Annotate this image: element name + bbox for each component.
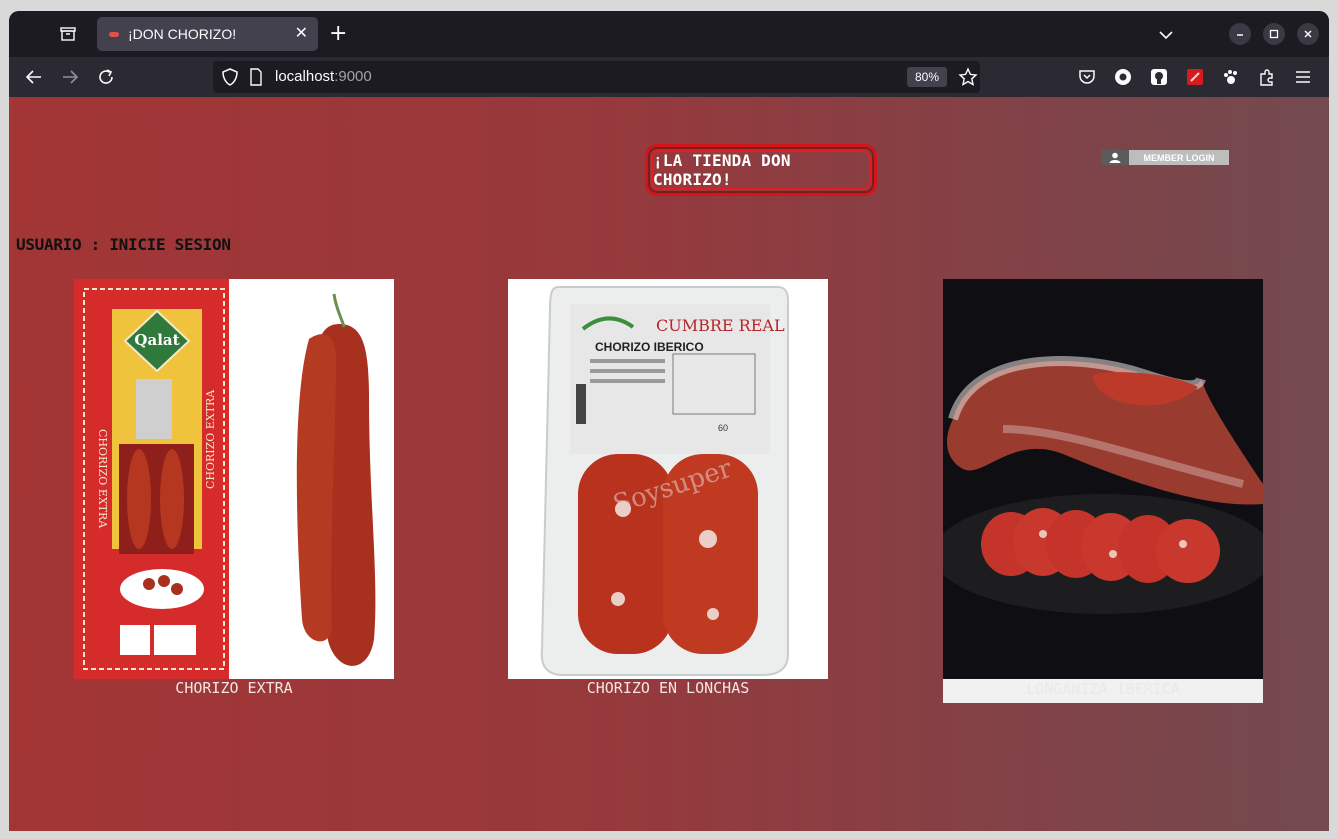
product-name[interactable]: CHORIZO EN LONCHAS — [508, 679, 828, 701]
back-icon[interactable] — [24, 67, 44, 87]
product-card[interactable]: Qalat CHORIZO EXTRA CHORIZO EXTRA CHORIZ… — [74, 279, 394, 701]
product-card[interactable]: CUMBRE REAL CHORIZO IBERICO 60 Soysuper … — [508, 279, 828, 701]
product-name[interactable]: CHORIZO EXTRA — [74, 679, 394, 701]
product-name[interactable]: LONGANIZA IBERICA — [943, 679, 1263, 703]
bookmark-star-icon[interactable] — [958, 67, 978, 91]
tab-strip: ¡DON CHORIZO! ✕ + — [9, 11, 1329, 57]
url-bar[interactable]: localhost:9000 80% — [213, 61, 980, 93]
member-login-button[interactable]: MEMBER LOGIN — [1101, 150, 1229, 165]
url-text[interactable]: localhost:9000 — [275, 68, 372, 85]
zoom-level[interactable]: 80% — [907, 67, 947, 87]
svg-text:CUMBRE REAL: CUMBRE REAL — [656, 316, 785, 335]
user-icon — [1101, 150, 1129, 165]
svg-text:60: 60 — [718, 423, 728, 433]
svg-text:Qalat: Qalat — [134, 331, 179, 349]
favicon-icon — [109, 31, 119, 37]
nav-bar: localhost:9000 80% — [9, 57, 1329, 97]
svg-text:CHORIZO EXTRA: CHORIZO EXTRA — [96, 429, 109, 529]
tab-title: ¡DON CHORIZO! — [128, 26, 237, 42]
paw-icon[interactable] — [1221, 67, 1241, 87]
extensions-puzzle-icon[interactable] — [1257, 67, 1277, 87]
reload-icon[interactable] — [96, 67, 116, 87]
github-icon[interactable] — [1149, 67, 1169, 87]
new-tab-icon[interactable]: + — [329, 23, 347, 45]
browser-window: ¡DON CHORIZO! ✕ + localhost:9000 80% ¡LA… — [9, 11, 1329, 831]
url-port: :9000 — [334, 68, 372, 85]
minimize-icon[interactable] — [1229, 23, 1251, 45]
forward-icon[interactable] — [60, 67, 80, 87]
tab-list-icon[interactable] — [53, 21, 83, 47]
extension-red-icon[interactable] — [1185, 67, 1205, 87]
product-image[interactable]: CUMBRE REAL CHORIZO IBERICO 60 Soysuper — [508, 279, 828, 679]
site-title: ¡LA TIENDA DON CHORIZO! — [651, 150, 871, 190]
pocket-icon[interactable] — [1077, 67, 1097, 87]
svg-text:CHORIZO EXTRA: CHORIZO EXTRA — [204, 389, 217, 489]
product-image[interactable]: Qalat CHORIZO EXTRA CHORIZO EXTRA — [74, 279, 394, 679]
menu-icon[interactable] — [1293, 67, 1313, 87]
user-status: USUARIO : INICIE SESION — [16, 235, 231, 254]
shield-icon[interactable] — [221, 67, 239, 91]
page-icon — [249, 68, 263, 90]
tab-active[interactable]: ¡DON CHORIZO! ✕ — [97, 17, 318, 51]
window-close-icon[interactable] — [1297, 23, 1319, 45]
svg-text:CHORIZO IBERICO: CHORIZO IBERICO — [595, 340, 704, 354]
extension-circle-icon[interactable] — [1113, 67, 1133, 87]
page-content: ¡LA TIENDA DON CHORIZO! MEMBER LOGIN USU… — [9, 97, 1329, 831]
site-title-frame: ¡LA TIENDA DON CHORIZO! — [645, 144, 877, 196]
product-image[interactable] — [943, 279, 1263, 679]
product-card[interactable]: LONGANIZA IBERICA — [943, 279, 1263, 703]
member-login-label: MEMBER LOGIN — [1143, 152, 1215, 163]
maximize-icon[interactable] — [1263, 23, 1285, 45]
url-host: localhost — [275, 68, 335, 85]
chevron-down-icon[interactable] — [1159, 25, 1173, 44]
tab-close-icon[interactable]: ✕ — [295, 24, 308, 42]
